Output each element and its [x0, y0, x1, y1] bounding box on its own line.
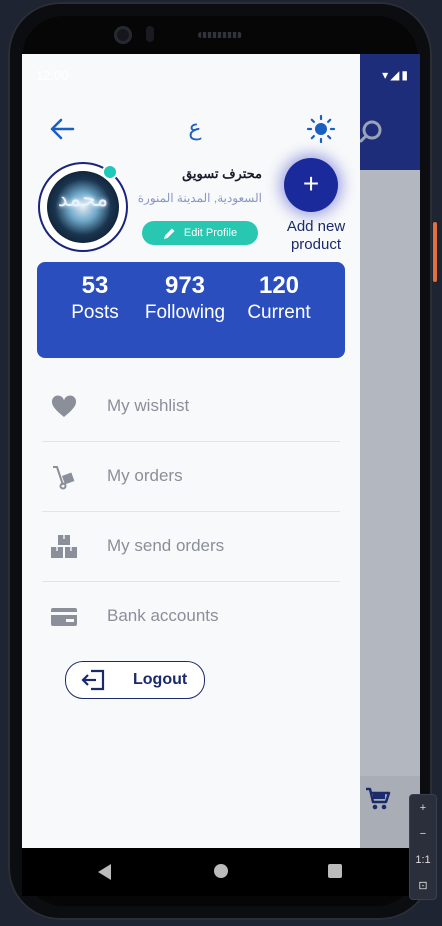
nav-back-icon[interactable]: [98, 864, 111, 880]
emulator-zoom-panel: + − 1:1 ⊡: [409, 794, 437, 900]
logout-label: Logout: [133, 671, 188, 688]
plus-icon: +: [302, 168, 320, 199]
add-product-label-line2: product: [290, 236, 342, 253]
boxes-icon: [51, 535, 77, 558]
profile-name: محترف تسويق: [182, 166, 262, 181]
menu-item-label: Bank accounts: [107, 606, 219, 625]
status-time: 12:00: [36, 68, 69, 83]
profile-location: السعودية, المدينة المنورة: [137, 191, 262, 205]
add-product-button[interactable]: +: [284, 158, 338, 212]
zoom-reset-button[interactable]: 1:1: [410, 847, 436, 873]
stat-label: Following: [144, 302, 226, 323]
zoom-out-button[interactable]: −: [410, 821, 436, 847]
menu-item-label: My wishlist: [107, 396, 190, 415]
menu-item-bank-accounts[interactable]: Bank accounts: [42, 582, 340, 651]
stat-following[interactable]: 973 Following: [137, 272, 233, 324]
hand-truck-icon: [53, 466, 75, 490]
earpiece-speaker: [198, 32, 242, 38]
navigation-drawer: ع محمد محترف تسويق السعودية, المدينة الم…: [22, 54, 360, 848]
add-product-label-line1: Add new: [286, 218, 346, 235]
logout-button[interactable]: Logout: [65, 661, 205, 699]
menu-item-label: My send orders: [107, 536, 225, 555]
back-arrow-icon[interactable]: [48, 114, 78, 144]
search-icon[interactable]: [360, 118, 388, 146]
stats-panel: 53 Posts 973 Following 120 Current: [37, 262, 345, 358]
front-camera: [114, 26, 132, 44]
stat-value: 53: [81, 272, 109, 299]
edit-profile-label: Edit Profile: [183, 227, 238, 239]
status-bar: 12:00 ▾◢▮: [22, 54, 420, 100]
pencil-icon: [163, 228, 175, 239]
android-nav-bar: [22, 848, 420, 896]
edit-profile-button[interactable]: Edit Profile: [142, 221, 258, 245]
language-toggle[interactable]: ع: [180, 112, 210, 144]
credit-card-icon: [51, 608, 77, 626]
logout-icon: [81, 669, 105, 691]
online-status-dot: [102, 164, 118, 180]
stat-value: 973: [164, 272, 206, 299]
zoom-in-button[interactable]: +: [410, 795, 436, 821]
drawer-menu: My wishlist My orders My send orders Ban…: [42, 372, 340, 651]
heart-icon: [51, 395, 77, 417]
add-product-label[interactable]: Add new product: [272, 218, 360, 254]
app-screen: ع محمد محترف تسويق السعودية, المدينة الم…: [22, 54, 420, 848]
stat-label: Posts: [71, 302, 119, 323]
proximity-sensor: [146, 26, 154, 42]
cart-icon[interactable]: [364, 786, 392, 812]
background-app: [360, 54, 420, 848]
avatar-image: محمد: [47, 171, 119, 243]
status-icons: ▾◢▮: [382, 68, 410, 82]
nav-home-icon[interactable]: [214, 864, 228, 878]
power-button[interactable]: [433, 222, 437, 282]
menu-item-label: My orders: [107, 466, 183, 485]
sun-icon[interactable]: [306, 114, 336, 144]
menu-item-orders[interactable]: My orders: [42, 442, 340, 512]
avatar-calligraphy: محمد: [57, 187, 109, 212]
stat-label: Current: [247, 302, 311, 323]
nav-recents-icon[interactable]: [328, 864, 342, 878]
menu-item-send-orders[interactable]: My send orders: [42, 512, 340, 582]
drawer-top-bar: ع: [22, 112, 360, 152]
menu-item-wishlist[interactable]: My wishlist: [42, 372, 340, 442]
zoom-fit-button[interactable]: ⊡: [410, 873, 436, 899]
stat-posts[interactable]: 53 Posts: [55, 272, 135, 324]
stat-value: 120: [258, 272, 300, 299]
stat-current[interactable]: 120 Current: [237, 272, 321, 324]
